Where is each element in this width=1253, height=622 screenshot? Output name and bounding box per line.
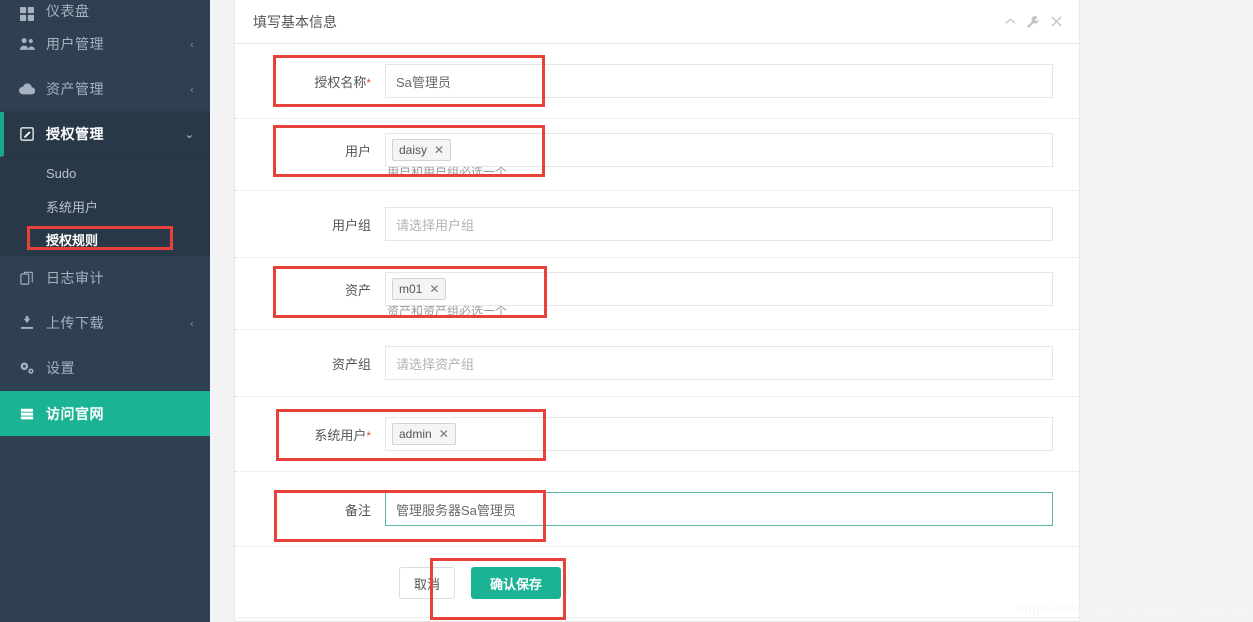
sidebar-item-sudo[interactable]: Sudo: [0, 157, 210, 190]
form-row-system-user: 系统用户* admin ✕: [235, 397, 1079, 472]
authorization-name-input[interactable]: Sa管理员: [385, 64, 1053, 98]
required-marker: *: [366, 428, 371, 443]
wrench-icon[interactable]: [1026, 15, 1040, 29]
sidebar-submenu-authorization: Sudo 系统用户 授权规则: [0, 157, 210, 256]
field-label: 授权名称*: [314, 74, 371, 90]
server-icon: [18, 407, 36, 421]
sidebar-subitem-label: 授权规则: [46, 233, 99, 248]
sidebar: 仪表盘 用户管理 ‹ 资产管理 ‹ 授权管理 ⌄ Sudo 系统用户 授权规则 …: [0, 0, 210, 622]
confirm-save-button[interactable]: 确认保存: [471, 567, 562, 599]
sidebar-item-system-user[interactable]: 系统用户: [0, 190, 210, 223]
panel-tools: [1003, 15, 1063, 29]
field-label: 资产组: [331, 356, 371, 372]
users-icon: [18, 37, 36, 51]
textarea-value: 管理服务器Sa管理员: [396, 502, 516, 518]
remark-textarea[interactable]: 管理服务器Sa管理员: [385, 492, 1053, 526]
download-icon: [18, 316, 36, 330]
field-label: 用户组: [331, 217, 371, 233]
sidebar-item-label: 设置: [46, 360, 75, 376]
page-title: 填写基本信息: [253, 13, 337, 30]
sidebar-item-label: 仪表盘: [46, 3, 90, 19]
tag-label: m01: [399, 282, 423, 296]
cloud-icon: [18, 83, 36, 95]
sidebar-subitem-label: Sudo: [46, 166, 77, 181]
app-screen: 仪表盘 用户管理 ‹ 资产管理 ‹ 授权管理 ⌄ Sudo 系统用户 授权规则 …: [0, 0, 1253, 622]
asset-tag-input[interactable]: m01 ✕: [385, 272, 1053, 306]
form-row-user-group: 用户组 请选择用户组: [235, 191, 1079, 258]
form-actions: 取消 确认保存: [235, 547, 1079, 618]
form-row-user: 用户 daisy ✕: [235, 119, 1079, 171]
authorization-rule-form: 授权名称* Sa管理员 用户 daisy ✕ 用户和用户组必选一个 用户组 请选…: [235, 44, 1079, 618]
cancel-button[interactable]: 取消: [399, 567, 456, 599]
field-label: 备注: [344, 502, 371, 518]
panel-header: 填写基本信息: [235, 0, 1079, 44]
user-group-select[interactable]: 请选择用户组: [385, 207, 1053, 241]
tag-label: admin: [399, 427, 432, 441]
system-user-tag-input[interactable]: admin ✕: [385, 417, 1053, 451]
form-panel: 填写基本信息 授权名称* Sa管理员 用户 daisy ✕ 用户和用户组必选一个…: [234, 0, 1080, 622]
sidebar-item-asset-management[interactable]: 资产管理 ‹: [0, 67, 210, 112]
tag-remove-icon[interactable]: ✕: [434, 143, 444, 157]
asset-group-select[interactable]: 请选择资产组: [385, 346, 1053, 380]
form-row-asset: 资产 m01 ✕: [235, 258, 1079, 310]
tag-label: daisy: [399, 143, 428, 157]
sidebar-subitem-label: 系统用户: [46, 200, 99, 215]
tag-chip[interactable]: m01 ✕: [392, 278, 447, 300]
select-placeholder: 请选择资产组: [396, 356, 475, 372]
user-tag-input[interactable]: daisy ✕: [385, 133, 1053, 167]
sidebar-item-label: 日志审计: [46, 270, 104, 286]
tag-remove-icon[interactable]: ✕: [429, 282, 439, 296]
select-placeholder: 请选择用户组: [396, 217, 475, 233]
required-marker: *: [366, 75, 371, 90]
sidebar-item-label: 授权管理: [46, 126, 104, 142]
watermark: https://blog.csdn.net/weixin_43304304: [1016, 601, 1249, 616]
chevron-left-icon: ‹: [189, 37, 194, 51]
sidebar-item-log-audit[interactable]: 日志审计: [0, 256, 210, 301]
tag-remove-icon[interactable]: ✕: [439, 427, 449, 441]
sidebar-item-authorization-management[interactable]: 授权管理 ⌄: [0, 112, 210, 157]
sidebar-item-user-management[interactable]: 用户管理 ‹: [0, 22, 210, 67]
sidebar-item-label: 访问官网: [46, 405, 104, 422]
audit-icon: [18, 271, 36, 285]
sidebar-item-label: 上传下载: [46, 315, 104, 331]
gears-icon: [18, 361, 36, 375]
field-label: 系统用户*: [314, 427, 371, 443]
sidebar-item-label: 用户管理: [46, 36, 104, 52]
collapse-icon[interactable]: [1003, 15, 1017, 29]
input-value: Sa管理员: [396, 74, 451, 90]
tag-chip[interactable]: admin ✕: [392, 423, 456, 445]
form-row-authorization-name: 授权名称* Sa管理员: [235, 44, 1079, 119]
chevron-down-icon: ⌄: [184, 127, 194, 141]
field-label: 用户: [344, 143, 371, 159]
main-content: 填写基本信息 授权名称* Sa管理员 用户 daisy ✕ 用户和用户组必选一个…: [210, 0, 1253, 622]
sidebar-item-dashboard[interactable]: 仪表盘: [0, 0, 210, 22]
close-icon[interactable]: [1049, 15, 1063, 29]
form-row-remark: 备注 管理服务器Sa管理员: [235, 472, 1079, 547]
chevron-left-icon: ‹: [189, 82, 194, 96]
sidebar-item-visit-website[interactable]: 访问官网: [0, 391, 210, 436]
edit-square-icon: [18, 127, 36, 141]
chevron-left-icon: ‹: [189, 316, 194, 330]
field-label: 资产: [344, 282, 371, 298]
tag-chip[interactable]: daisy ✕: [392, 139, 452, 161]
sidebar-item-label: 资产管理: [46, 81, 104, 97]
form-row-asset-group: 资产组 请选择资产组: [235, 330, 1079, 397]
sidebar-item-settings[interactable]: 设置: [0, 346, 210, 391]
dashboard-icon: [18, 7, 36, 21]
sidebar-item-upload-download[interactable]: 上传下载 ‹: [0, 301, 210, 346]
sidebar-item-authorization-rule[interactable]: 授权规则: [0, 223, 210, 256]
